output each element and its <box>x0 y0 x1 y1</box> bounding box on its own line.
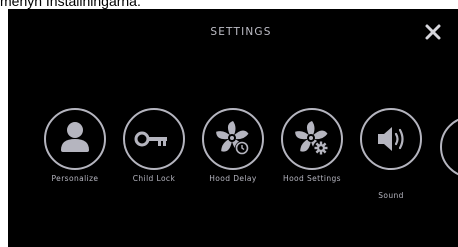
fan-gear-icon <box>295 121 329 156</box>
hood-settings-circle <box>281 108 343 170</box>
hood-delay-label: Hood Delay <box>209 174 257 183</box>
key-icon <box>134 131 167 147</box>
speaker-icon <box>378 127 404 151</box>
next-option-partial[interactable] <box>440 116 458 178</box>
caption-text: menyn Installningarna. <box>0 0 141 9</box>
hood-settings-button[interactable]: Hood Settings <box>272 108 352 183</box>
fan-timer-icon <box>216 121 249 155</box>
hood-settings-label: Hood Settings <box>283 174 341 183</box>
child-lock-label: Child Lock <box>132 174 176 183</box>
close-icon <box>425 24 441 40</box>
hood-delay-circle <box>202 108 264 170</box>
child-lock-circle <box>123 108 185 170</box>
personalize-label: Personalize <box>51 174 99 183</box>
child-lock-button[interactable]: Child Lock <box>114 108 194 183</box>
sound-button[interactable]: Sound <box>351 108 431 200</box>
personalize-circle <box>44 108 106 170</box>
caption-strip: menyn Installningarna. <box>0 0 458 9</box>
page-title: SETTINGS <box>210 26 272 38</box>
sound-circle <box>360 108 422 170</box>
settings-screen: SETTINGS Personalize Child Lock Hood Del… <box>8 9 458 247</box>
close-button[interactable] <box>423 22 443 42</box>
person-icon <box>61 122 89 152</box>
hood-delay-button[interactable]: Hood Delay <box>193 108 273 183</box>
sound-label: Sound <box>378 191 404 200</box>
personalize-button[interactable]: Personalize <box>35 108 115 183</box>
